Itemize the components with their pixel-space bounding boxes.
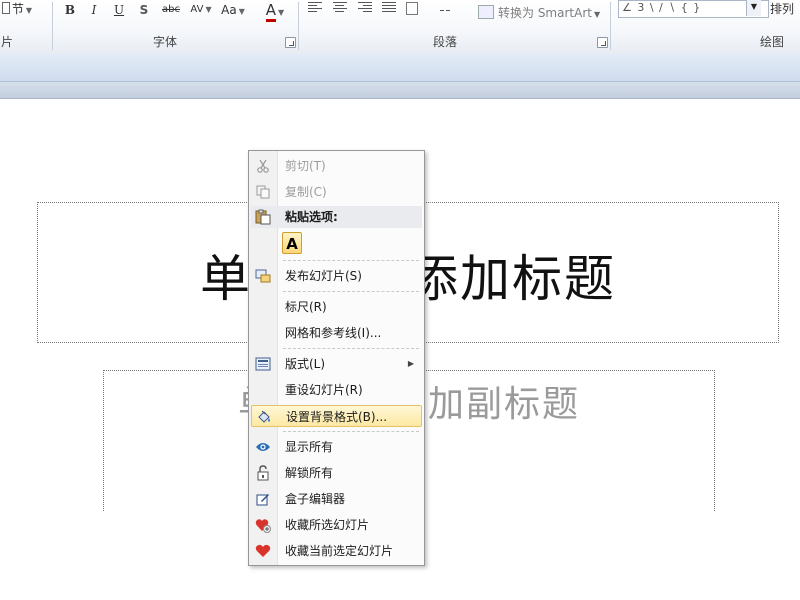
copy-icon bbox=[255, 184, 271, 200]
menu-item-grid-guides[interactable]: 网格和参考线(I)... bbox=[251, 322, 422, 344]
menu-item-label: 设置背景格式(B)... bbox=[286, 410, 388, 424]
slides-group-label: 片 bbox=[0, 35, 13, 49]
font-color-label: A bbox=[265, 1, 277, 22]
horizontal-ruler bbox=[0, 82, 800, 99]
menu-item-reset-slide[interactable]: 重设幻灯片(R) bbox=[251, 379, 422, 401]
layout-icon bbox=[255, 356, 271, 372]
menu-item-unlock-all[interactable]: 解锁所有 bbox=[251, 462, 422, 484]
menu-item-label: 发布幻灯片(S) bbox=[285, 269, 362, 283]
menu-item-label: 复制(C) bbox=[285, 185, 327, 199]
change-case-label: Aa bbox=[221, 3, 237, 17]
align-left-icon[interactable] bbox=[308, 2, 322, 14]
chevron-down-icon: ▼ bbox=[238, 7, 245, 16]
menu-item-layout[interactable]: 版式(L) ▶ bbox=[251, 353, 422, 375]
group-separator bbox=[610, 2, 611, 50]
menu-item-label: 显示所有 bbox=[285, 440, 334, 454]
paint-bucket-icon bbox=[256, 409, 272, 425]
menu-item-label: 剪切(T) bbox=[285, 159, 326, 173]
menu-separator bbox=[283, 431, 419, 432]
menu-item-favorite-selected[interactable]: 收藏所选幻灯片 bbox=[251, 514, 422, 536]
arrange-button[interactable]: 排列 bbox=[770, 0, 794, 17]
menu-item-label: 收藏所选幻灯片 bbox=[285, 518, 370, 532]
character-spacing-label: AV bbox=[190, 4, 204, 15]
menu-item-publish-slides[interactable]: 发布幻灯片(S) bbox=[251, 265, 422, 287]
paste-keep-text-only-button[interactable]: A bbox=[282, 232, 302, 254]
ribbon-bottom-band bbox=[0, 54, 800, 82]
font-dialog-launcher[interactable] bbox=[285, 37, 296, 48]
heart-add-icon bbox=[255, 517, 271, 533]
smartart-icon bbox=[478, 5, 494, 19]
font-group-label: 字体 bbox=[152, 35, 177, 49]
bold-button[interactable]: B bbox=[62, 1, 78, 19]
drawing-group-label: 绘图 bbox=[759, 35, 784, 49]
chevron-down-icon: ▼ bbox=[205, 5, 212, 14]
submenu-arrow-icon: ▶ bbox=[407, 359, 414, 368]
menu-item-label: 收藏当前选定幻灯片 bbox=[285, 544, 394, 558]
menu-item-box-editor[interactable]: 盒子编辑器 bbox=[251, 488, 422, 510]
underline-button[interactable]: U bbox=[112, 1, 126, 19]
menu-separator bbox=[283, 260, 419, 261]
convert-smartart-button[interactable]: 转换为 SmartArt ▼ bbox=[478, 4, 600, 22]
chevron-down-icon: ▼ bbox=[278, 8, 285, 17]
ribbon: 节 ▼ 片 B I U S abc AV ▼ Aa ▼ A ▼ 字体 转换为 Smart… bbox=[0, 0, 800, 55]
clipboard-icon bbox=[255, 209, 271, 225]
convert-smartart-label: 转换为 SmartArt bbox=[498, 6, 592, 20]
chevron-down-icon: ▼ bbox=[593, 10, 601, 19]
eye-icon bbox=[255, 439, 271, 455]
section-button[interactable]: 节 ▼ bbox=[0, 0, 34, 18]
menu-item-format-background[interactable]: 设置背景格式(B)... bbox=[251, 405, 422, 427]
menu-item-label: 重设幻灯片(R) bbox=[285, 383, 363, 397]
publish-slides-icon bbox=[255, 268, 271, 284]
edit-icon bbox=[255, 491, 271, 507]
paragraph-group-label: 段落 bbox=[432, 35, 457, 49]
menu-item-cut[interactable]: 剪切(T) bbox=[251, 155, 422, 177]
section-icon bbox=[1, 2, 10, 14]
justify-icon[interactable] bbox=[382, 2, 396, 14]
change-case-button[interactable]: Aa ▼ bbox=[219, 1, 247, 19]
menu-item-label: 盒子编辑器 bbox=[285, 492, 346, 506]
distribute-icon[interactable] bbox=[406, 2, 418, 15]
chevron-down-icon: ▼ bbox=[25, 6, 33, 15]
group-separator bbox=[298, 2, 299, 50]
italic-button[interactable]: I bbox=[87, 1, 101, 19]
heart-icon bbox=[255, 543, 271, 559]
menu-item-ruler[interactable]: 标尺(R) bbox=[251, 296, 422, 318]
menu-header-paste-options: 粘贴选项: bbox=[251, 206, 422, 228]
align-center-icon[interactable] bbox=[333, 2, 347, 14]
menu-item-show-all[interactable]: 显示所有 bbox=[251, 436, 422, 458]
menu-separator bbox=[283, 291, 419, 292]
menu-item-label: 版式(L) bbox=[285, 357, 326, 371]
font-color-button[interactable]: A ▼ bbox=[262, 1, 288, 22]
shapes-gallery-more-button[interactable]: ▼ bbox=[746, 0, 761, 16]
unlock-icon bbox=[255, 465, 271, 481]
character-spacing-button[interactable]: AV ▼ bbox=[188, 1, 214, 19]
group-separator bbox=[52, 2, 53, 50]
menu-item-label: 网格和参考线(I)... bbox=[285, 326, 382, 340]
context-menu: 剪切(T) 复制(C) 粘贴选项: 发布幻灯片(S) 标尺(R) 网格和参考线(… bbox=[248, 150, 425, 566]
menu-item-label: 解锁所有 bbox=[285, 466, 334, 480]
menu-item-label: 标尺(R) bbox=[285, 300, 327, 314]
columns-icon[interactable] bbox=[440, 2, 454, 14]
menu-separator bbox=[283, 348, 419, 349]
menu-item-copy[interactable]: 复制(C) bbox=[251, 181, 422, 203]
section-button-label: 节 bbox=[11, 2, 24, 16]
menu-item-favorite-current[interactable]: 收藏当前选定幻灯片 bbox=[251, 540, 422, 562]
scissors-icon bbox=[255, 158, 271, 174]
strikethrough-button[interactable]: abc bbox=[160, 1, 182, 19]
paragraph-dialog-launcher[interactable] bbox=[597, 37, 608, 48]
align-right-icon[interactable] bbox=[358, 2, 372, 14]
shadow-button[interactable]: S bbox=[137, 1, 151, 19]
menu-header-label: 粘贴选项: bbox=[285, 210, 338, 224]
